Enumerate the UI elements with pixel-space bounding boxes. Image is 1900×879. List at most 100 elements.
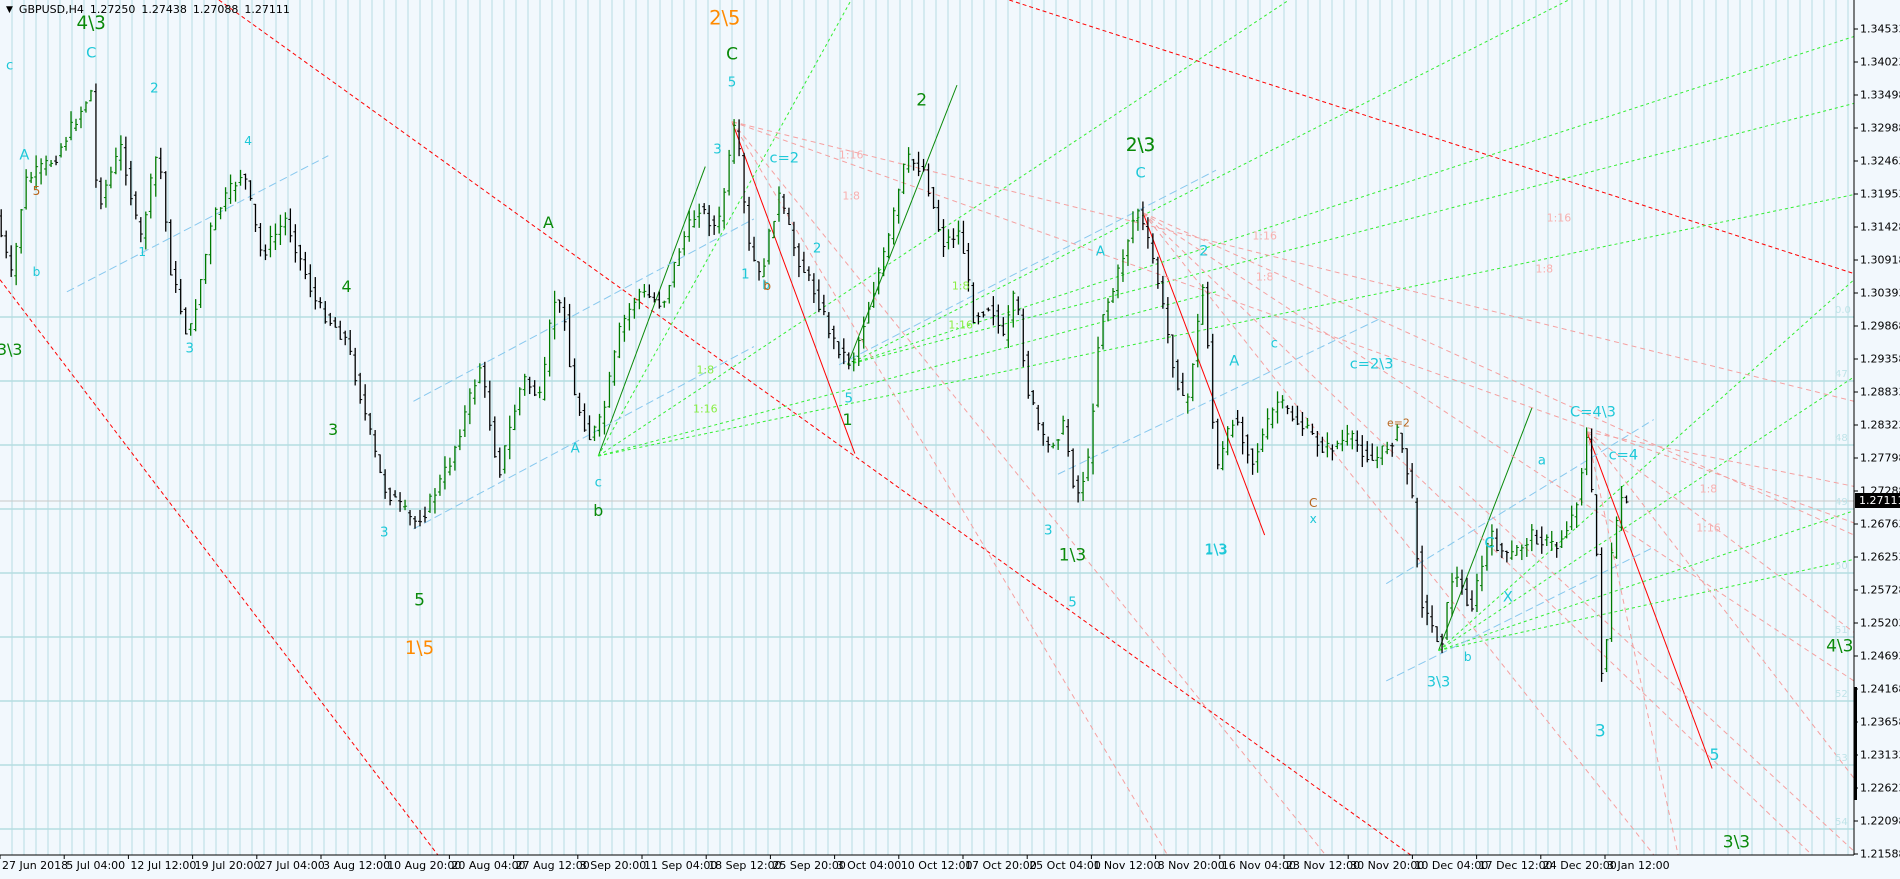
wave-label: 1:8 bbox=[1255, 270, 1274, 284]
close-price: 1.27111 bbox=[244, 3, 290, 16]
wave-label: c bbox=[6, 57, 14, 73]
price-tick-label: 1.33498 bbox=[1860, 88, 1900, 102]
price-tick-label: 1.26253 bbox=[1860, 550, 1900, 564]
wave-label: 5 bbox=[844, 391, 854, 407]
price-tick-label: 1.34533 bbox=[1860, 22, 1900, 36]
time-tick-label: 17 Oct 20:00 bbox=[965, 859, 1037, 872]
plot-area bbox=[0, 0, 1854, 855]
price-tick-label: 1.25203 bbox=[1860, 616, 1900, 630]
time-tick-label: 3 Jan 12:00 bbox=[1607, 859, 1670, 872]
price-tick-label: 1.27798 bbox=[1860, 451, 1900, 465]
wave-label: 3 bbox=[328, 420, 339, 440]
wave-label: 1:8 bbox=[842, 189, 860, 203]
price-tick-label: 1.23658 bbox=[1860, 715, 1900, 729]
wave-label: 3\3 bbox=[1426, 674, 1451, 692]
price-tick-label: 1.28833 bbox=[1860, 385, 1900, 399]
price-tick-label: 1.24168 bbox=[1860, 682, 1900, 696]
wave-label: C bbox=[726, 44, 738, 65]
price-tick-label: 1.27288 bbox=[1860, 484, 1900, 498]
wave-label: C bbox=[86, 44, 97, 62]
wave-label: c bbox=[594, 475, 602, 491]
wave-label: 2\5 bbox=[709, 6, 741, 30]
collapse-triangle-icon[interactable]: ▼ bbox=[6, 5, 13, 15]
wave-label: b bbox=[1463, 649, 1472, 664]
wave-label: A bbox=[19, 146, 30, 164]
wave-label: 1:8 bbox=[1699, 482, 1718, 496]
time-tick-label: 25 Sep 20:00 bbox=[772, 859, 846, 872]
wave-label: 3\3 bbox=[0, 340, 23, 360]
time-tick-label: 10 Oct 12:00 bbox=[900, 859, 973, 872]
price-tick-label: 1.23133 bbox=[1860, 748, 1900, 762]
wave-label: 3 bbox=[1594, 721, 1606, 742]
wave-label: A bbox=[570, 441, 580, 457]
fib-level-label: 48 bbox=[1835, 433, 1848, 444]
price-tick-label: 1.29868 bbox=[1860, 319, 1900, 333]
time-tick-label: 20 Aug 04:00 bbox=[451, 859, 526, 872]
price-tick-label: 1.32988 bbox=[1860, 121, 1900, 135]
wave-label: 1:16 bbox=[948, 318, 973, 332]
wave-label: 3 bbox=[380, 524, 389, 540]
time-tick-label: 10 Aug 20:00 bbox=[387, 859, 462, 872]
wave-label: 1 bbox=[842, 409, 853, 429]
scroll-indicator bbox=[1854, 687, 1857, 800]
time-tick-label: 10 Dec 04:00 bbox=[1414, 859, 1489, 872]
time-tick-label: 24 Dec 20:00 bbox=[1542, 859, 1617, 872]
price-tick-label: 1.28323 bbox=[1860, 418, 1900, 432]
chart-header: ▼ GBPUSD,H4 1.27250 1.27438 1.27088 1.27… bbox=[6, 3, 290, 16]
fib-level-label: 49 bbox=[1835, 497, 1848, 508]
wave-label: a bbox=[1537, 453, 1546, 469]
time-tick-label: 3 Aug 12:00 bbox=[323, 859, 391, 872]
wave-label: c bbox=[1270, 336, 1279, 352]
wave-label: A bbox=[1229, 353, 1240, 371]
price-tick-label: 1.34023 bbox=[1860, 55, 1900, 69]
wave-label: 3 bbox=[713, 141, 722, 157]
wave-label: c=2\3 bbox=[1349, 355, 1394, 373]
fib-level-label: 47 bbox=[1835, 369, 1848, 380]
wave-label: 5 bbox=[32, 183, 41, 198]
wave-label: C bbox=[1309, 496, 1318, 511]
wave-label: 1:16 bbox=[1696, 521, 1721, 535]
wave-label: 1\3 bbox=[1204, 541, 1228, 559]
wave-label: 5 bbox=[1709, 745, 1720, 765]
wave-label: 1\5 bbox=[404, 638, 435, 660]
time-tick-label: 16 Nov 04:00 bbox=[1221, 859, 1296, 872]
wave-label: c=2 bbox=[769, 149, 800, 167]
wave-label: 2 bbox=[916, 90, 928, 111]
fib-level-label: 52 bbox=[1835, 689, 1848, 700]
wave-label: 3 bbox=[185, 341, 194, 357]
price-tick-label: 1.21588 bbox=[1860, 847, 1900, 861]
wave-label: 4\3 bbox=[1826, 636, 1854, 657]
time-tick-label: 12 Jul 12:00 bbox=[130, 859, 197, 872]
price-tick-label: 1.24693 bbox=[1860, 649, 1900, 663]
time-tick-label: 27 Jun 2018 bbox=[2, 859, 69, 872]
fib-level-label: 50 bbox=[1835, 561, 1848, 572]
wave-label: 1:8 bbox=[1535, 262, 1554, 276]
price-tick-label: 1.22098 bbox=[1860, 814, 1900, 828]
wave-label: 1:8 bbox=[951, 279, 970, 293]
wave-label: 1:16 bbox=[838, 148, 864, 162]
price-chart[interactable] bbox=[0, 0, 1900, 875]
time-tick-label: 23 Nov 12:00 bbox=[1286, 859, 1361, 872]
price-tick-label: 1.31428 bbox=[1860, 220, 1900, 234]
wave-label: b bbox=[32, 265, 41, 280]
price-tick-label: 1.31953 bbox=[1860, 187, 1900, 201]
time-tick-label: 27 Jul 04:00 bbox=[258, 859, 325, 872]
time-tick-label: 1 Nov 12:00 bbox=[1093, 859, 1161, 872]
high-price: 1.27438 bbox=[141, 3, 187, 16]
price-tick-label: 1.29358 bbox=[1860, 352, 1900, 366]
fib-level-label: 0.0 bbox=[1835, 305, 1851, 316]
time-tick-label: 30 Nov 20:00 bbox=[1350, 859, 1425, 872]
time-tick-label: 17 Dec 12:00 bbox=[1478, 859, 1553, 872]
low-price: 1.27088 bbox=[192, 3, 239, 16]
wave-label: 5 bbox=[414, 590, 425, 611]
wave-label: b bbox=[763, 278, 772, 293]
fib-level-label: 53 bbox=[1835, 753, 1848, 764]
wave-label: C bbox=[1135, 164, 1146, 182]
wave-label: 1:8 bbox=[696, 363, 715, 377]
time-tick-label: 3 Oct 04:00 bbox=[836, 859, 902, 872]
symbol-timeframe: GBPUSD,H4 bbox=[18, 3, 84, 16]
time-tick-label: 8 Nov 20:00 bbox=[1157, 859, 1225, 872]
wave-label: b bbox=[593, 500, 604, 520]
wave-label: 1 bbox=[741, 267, 750, 283]
wave-label: 2 bbox=[150, 81, 159, 97]
